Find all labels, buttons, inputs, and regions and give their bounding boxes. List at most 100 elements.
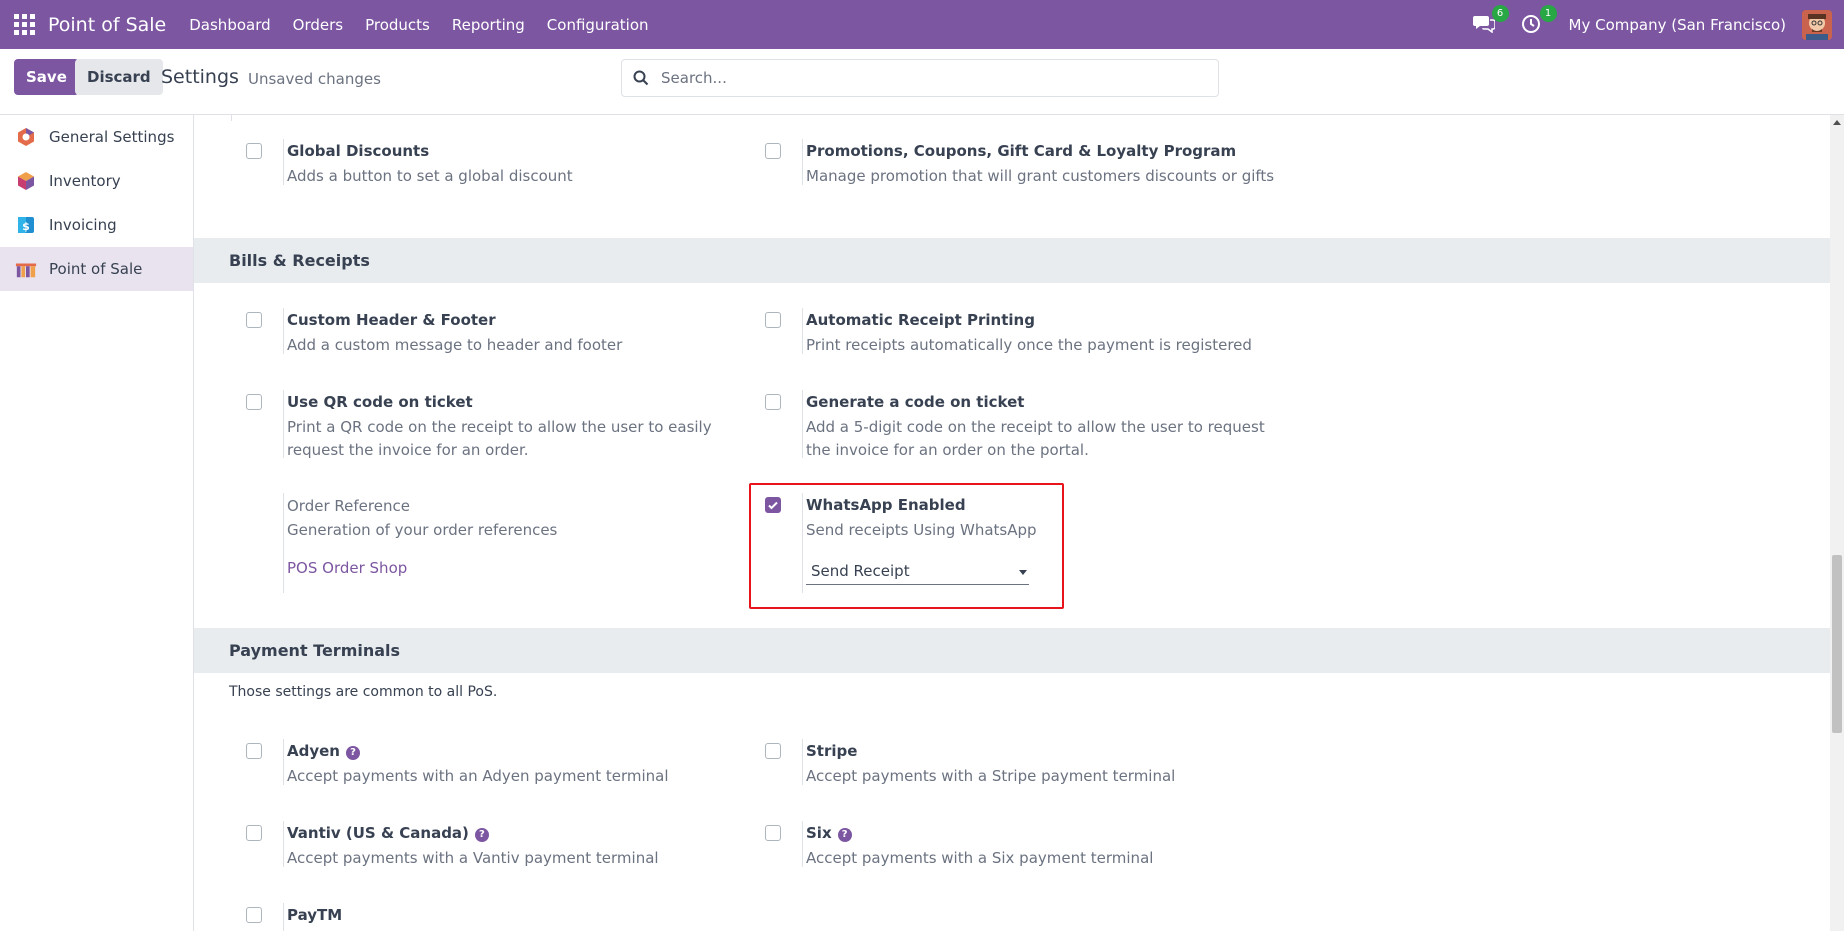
menu-dashboard[interactable]: Dashboard xyxy=(178,16,281,34)
sidebar-item-inventory[interactable]: Inventory xyxy=(0,159,193,203)
sidebar-item-label: Invoicing xyxy=(49,216,117,234)
activities-badge: 1 xyxy=(1539,4,1557,22)
settings-sidebar: General Settings Inventory $ Invoicing P… xyxy=(0,115,194,931)
setting-title-text: Vantiv (US & Canada) xyxy=(287,824,469,842)
sidebar-item-general-settings[interactable]: General Settings xyxy=(0,115,193,159)
menu-orders[interactable]: Orders xyxy=(282,16,354,34)
divider xyxy=(283,493,284,593)
sidebar-item-invoicing[interactable]: $ Invoicing xyxy=(0,203,193,247)
setting-title: Stripe xyxy=(806,742,858,760)
search-icon xyxy=(633,70,649,86)
setting-title: Promotions, Coupons, Gift Card & Loyalty… xyxy=(806,142,1237,160)
promotions-checkbox[interactable] xyxy=(765,143,781,159)
setting-title: Use QR code on ticket xyxy=(287,393,473,411)
page-title: Settings xyxy=(161,66,239,88)
setting-title-text: Six xyxy=(806,824,832,842)
qr-code-checkbox[interactable] xyxy=(246,394,262,410)
divider xyxy=(802,739,803,785)
paytm-checkbox[interactable] xyxy=(246,907,262,923)
custom-header-checkbox[interactable] xyxy=(246,312,262,328)
divider xyxy=(283,139,284,185)
scroll-thumb[interactable] xyxy=(1832,555,1842,733)
divider xyxy=(283,390,284,458)
activities-button[interactable]: 1 xyxy=(1521,4,1557,37)
setting-description: Accept payments with an Adyen payment te… xyxy=(287,767,669,785)
setting-title: Custom Header & Footer xyxy=(287,311,496,329)
setting-title: PayTM xyxy=(287,906,343,924)
control-panel: Save Discard Settings Unsaved changes xyxy=(0,49,1844,115)
unsaved-status: Unsaved changes xyxy=(248,70,381,88)
setting-description: Adds a button to set a global discount xyxy=(287,167,573,185)
general-settings-icon xyxy=(15,126,37,148)
search-box[interactable] xyxy=(621,59,1219,97)
setting-title: Automatic Receipt Printing xyxy=(806,311,1035,329)
stripe-checkbox[interactable] xyxy=(765,743,781,759)
adyen-checkbox[interactable] xyxy=(246,743,262,759)
messages-badge: 6 xyxy=(1491,4,1509,22)
divider xyxy=(231,115,232,121)
user-avatar[interactable] xyxy=(1802,9,1832,40)
vantiv-checkbox[interactable] xyxy=(246,825,262,841)
page-scrollbar[interactable] xyxy=(1830,115,1844,931)
messages-button[interactable]: 6 xyxy=(1472,4,1509,37)
chat-icon xyxy=(1472,15,1496,33)
section-title: Bills & Receipts xyxy=(229,251,370,270)
divider xyxy=(283,739,284,785)
description-line: Add a 5-digit code on the receipt to all… xyxy=(806,418,1265,436)
help-icon[interactable]: ? xyxy=(474,828,489,842)
search-input[interactable] xyxy=(661,69,1201,87)
sidebar-item-label: Inventory xyxy=(49,172,121,190)
setting-description: Add a custom message to header and foote… xyxy=(287,336,623,354)
sidebar-item-label: General Settings xyxy=(49,128,175,146)
setting-title: Adyen? xyxy=(287,742,360,760)
generate-code-checkbox[interactable] xyxy=(765,394,781,410)
divider xyxy=(802,308,803,354)
divider xyxy=(802,821,803,867)
menu-reporting[interactable]: Reporting xyxy=(441,16,536,34)
highlight-box xyxy=(749,483,1064,609)
setting-description: Manage promotion that will grant custome… xyxy=(806,167,1275,185)
invoicing-icon: $ xyxy=(15,214,37,236)
scroll-up-icon[interactable] xyxy=(1833,120,1841,125)
setting-description: Generation of your order references xyxy=(287,521,558,539)
setting-description: Print a QR code on the receipt to allow … xyxy=(287,416,712,462)
main-menu: Dashboard Orders Products Reporting Conf… xyxy=(178,16,659,34)
setting-title: Six? xyxy=(806,824,852,842)
svg-text:$: $ xyxy=(22,220,30,233)
save-button[interactable]: Save xyxy=(14,59,79,95)
app-brand[interactable]: Point of Sale xyxy=(48,14,166,36)
global-discounts-checkbox[interactable] xyxy=(246,143,262,159)
clock-icon xyxy=(1521,14,1540,33)
section-payment-terminals: Payment Terminals xyxy=(194,628,1830,673)
payment-note: Those settings are common to all PoS. xyxy=(229,684,498,700)
setting-description: Accept payments with a Stripe payment te… xyxy=(806,767,1176,785)
sidebar-item-point-of-sale[interactable]: Point of Sale xyxy=(0,247,193,291)
settings-content: Global Discounts Adds a button to set a … xyxy=(194,115,1830,931)
help-icon[interactable]: ? xyxy=(345,746,360,760)
setting-title: Vantiv (US & Canada)? xyxy=(287,824,489,842)
setting-description: Accept payments with a Vantiv payment te… xyxy=(287,849,659,867)
pos-order-shop-link[interactable]: POS Order Shop xyxy=(287,559,407,577)
menu-products[interactable]: Products xyxy=(354,16,441,34)
company-switcher[interactable]: My Company (San Francisco) xyxy=(1569,16,1786,34)
setting-description: Add a 5-digit code on the receipt to all… xyxy=(806,416,1265,462)
setting-description: Accept payments with a Six payment termi… xyxy=(806,849,1154,867)
divider xyxy=(283,821,284,867)
setting-title: Global Discounts xyxy=(287,142,430,160)
setting-description: Print receipts automatically once the pa… xyxy=(806,336,1252,354)
top-navbar: Point of Sale Dashboard Orders Products … xyxy=(0,0,1844,49)
apps-grid-icon[interactable] xyxy=(14,14,36,36)
divider xyxy=(283,308,284,354)
divider xyxy=(802,390,803,458)
section-title: Payment Terminals xyxy=(229,641,401,660)
discard-button[interactable]: Discard xyxy=(75,59,163,95)
menu-configuration[interactable]: Configuration xyxy=(536,16,660,34)
description-line: the invoice for an order on the portal. xyxy=(806,441,1089,459)
setting-title-text: Adyen xyxy=(287,742,340,760)
sidebar-item-label: Point of Sale xyxy=(49,260,143,278)
point-of-sale-icon xyxy=(15,258,37,280)
avatar-face-icon xyxy=(1802,9,1832,40)
help-icon[interactable]: ? xyxy=(837,828,852,842)
six-checkbox[interactable] xyxy=(765,825,781,841)
auto-print-checkbox[interactable] xyxy=(765,312,781,328)
